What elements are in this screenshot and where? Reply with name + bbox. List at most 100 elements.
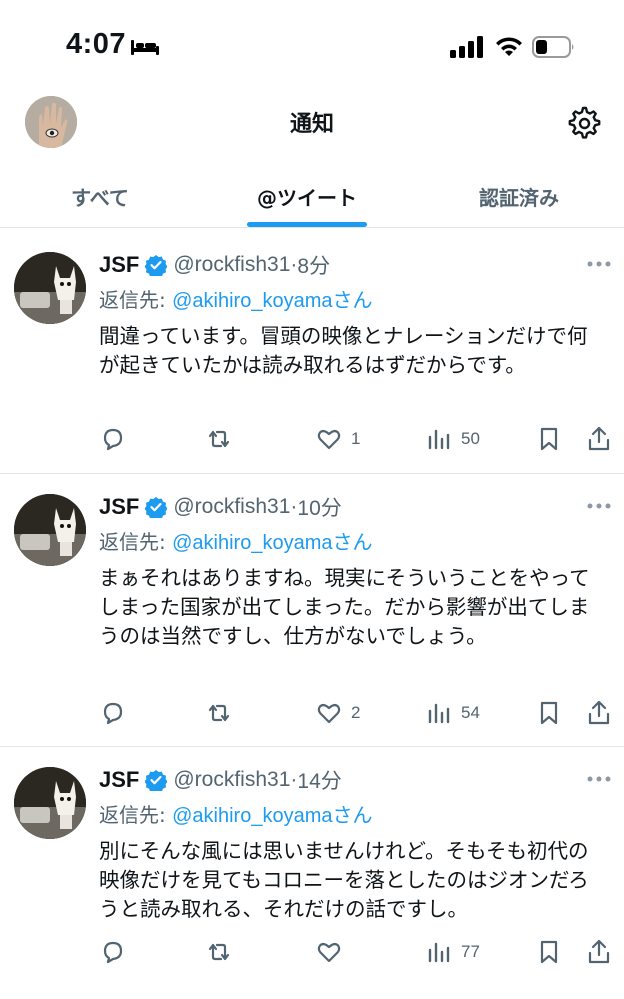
bookmark-icon: [540, 940, 558, 964]
like-count: 1: [351, 429, 361, 448]
replying-to: 返信先: @akihiro_koyamaさん: [99, 526, 372, 555]
view-count: 54: [461, 703, 480, 722]
retweet-button[interactable]: [205, 422, 233, 456]
reply-icon: [103, 702, 123, 725]
tweet-header: JSF @rockfish31 · 8分: [99, 250, 330, 280]
tab-verified[interactable]: 認証済み: [414, 164, 624, 228]
tweet-header: JSF @rockfish31 · 10分: [99, 492, 342, 522]
bookmark-icon: [540, 427, 558, 451]
more-options-icon[interactable]: [586, 502, 612, 510]
bookmark-button[interactable]: [535, 422, 563, 456]
views-chart-icon: [428, 942, 450, 963]
tweet-text: 別にそんな風には思いませんけれど。そもそも初代の映像だけを見てもコロニーを落とし…: [99, 839, 589, 921]
more-options-icon[interactable]: [586, 775, 612, 783]
author-name[interactable]: JSF: [99, 767, 139, 793]
more-options-icon[interactable]: [586, 260, 612, 268]
tweet-avatar[interactable]: [14, 494, 86, 566]
cat-figure-avatar-image: [14, 767, 86, 839]
author-handle[interactable]: @rockfish31: [173, 253, 290, 277]
retweet-icon: [208, 704, 230, 722]
reply-prefix: 返信先:: [99, 530, 173, 554]
views-chart-icon: [428, 429, 450, 450]
wifi-icon: [496, 37, 522, 56]
like-button[interactable]: 1: [315, 422, 360, 456]
reply-button[interactable]: [99, 422, 127, 456]
separator-dot: ·: [290, 495, 298, 518]
bookmark-button[interactable]: [535, 935, 563, 969]
verified-badge-icon: [145, 497, 168, 518]
reply-mention-link[interactable]: @akihiro_koyama: [172, 290, 332, 312]
tweet-time: 8分: [297, 255, 331, 278]
author-name[interactable]: JSF: [99, 494, 139, 520]
heart-icon: [317, 429, 341, 450]
replying-to: 返信先: @akihiro_koyamaさん: [99, 284, 372, 313]
reply-suffix: さん: [332, 803, 373, 827]
tweet-item[interactable]: JSF @rockfish31 · 8分 返信先: @akihiro_koyam…: [0, 232, 624, 474]
separator-dot: ·: [290, 768, 298, 791]
view-count: 50: [461, 429, 480, 448]
heart-icon: [317, 942, 341, 963]
reply-button[interactable]: [99, 935, 127, 969]
tweet-item[interactable]: JSF @rockfish31 · 10分 返信先: @akihiro_koya…: [0, 474, 624, 747]
view-count: 77: [461, 942, 480, 961]
cellular-signal-icon: [450, 36, 483, 58]
reply-button[interactable]: [99, 696, 127, 730]
like-button[interactable]: 2: [315, 696, 360, 730]
tweet-actions: 2 54: [99, 696, 615, 730]
cat-figure-avatar-image: [14, 494, 86, 566]
tweet-item[interactable]: JSF @rockfish31 · 14分 返信先: @akihiro_koya…: [0, 747, 624, 999]
page-title: 通知: [289, 112, 334, 137]
settings-gear-icon[interactable]: [565, 104, 601, 140]
retweet-button[interactable]: [205, 696, 233, 730]
tweet-header: JSF @rockfish31 · 14分: [99, 765, 342, 795]
views-button[interactable]: 77: [425, 935, 480, 969]
tweet-avatar[interactable]: [14, 767, 86, 839]
cat-figure-avatar-image: [14, 252, 86, 324]
reply-prefix: 返信先:: [99, 288, 173, 312]
share-button[interactable]: [585, 696, 613, 730]
reply-suffix: さん: [332, 530, 373, 554]
battery-icon: [532, 36, 574, 58]
tab-all[interactable]: すべて: [0, 164, 200, 228]
retweet-button[interactable]: [205, 935, 233, 969]
reply-suffix: さん: [332, 288, 373, 312]
bookmark-button[interactable]: [535, 696, 563, 730]
like-button[interactable]: [315, 935, 351, 969]
active-tab-indicator: [247, 222, 367, 227]
share-icon: [588, 939, 610, 964]
tweet-text: 間違っています。冒頭の映像とナレーションだけで何が起きていたかは読み取れるはずだ…: [99, 324, 588, 377]
sleep-focus-icon: [131, 40, 159, 55]
like-count: 2: [351, 703, 361, 722]
tab-mentions[interactable]: @ツイート: [200, 164, 414, 228]
tweet-actions: 77: [99, 935, 615, 969]
share-icon: [588, 700, 610, 725]
reply-icon: [103, 941, 123, 964]
views-chart-icon: [428, 703, 450, 724]
heart-icon: [317, 703, 341, 724]
tweet-time: 14分: [297, 770, 342, 793]
replying-to: 返信先: @akihiro_koyamaさん: [99, 799, 372, 828]
bookmark-icon: [540, 701, 558, 725]
verified-badge-icon: [145, 770, 168, 791]
views-button[interactable]: 50: [425, 422, 480, 456]
share-button[interactable]: [585, 422, 613, 456]
author-name[interactable]: JSF: [99, 252, 139, 278]
status-bar: 4:07: [0, 0, 624, 96]
retweet-icon: [208, 943, 230, 961]
share-icon: [588, 426, 610, 451]
author-handle[interactable]: @rockfish31: [173, 768, 290, 792]
reply-mention-link[interactable]: @akihiro_koyama: [172, 805, 332, 827]
separator-dot: ·: [290, 253, 298, 276]
author-handle[interactable]: @rockfish31: [173, 495, 290, 519]
notification-tabs: すべて @ツイート 認証済み: [0, 164, 624, 228]
tweet-actions: 1 50: [99, 422, 615, 456]
reply-mention-link[interactable]: @akihiro_koyama: [172, 532, 332, 554]
reply-prefix: 返信先:: [99, 803, 173, 827]
reply-icon: [103, 428, 123, 451]
verified-badge-icon: [145, 255, 168, 276]
views-button[interactable]: 54: [425, 696, 480, 730]
tweet-text: まぁそれはありますね。現実にそういうことをやってしまった国家が出てしまった。だか…: [99, 566, 590, 648]
tweet-avatar[interactable]: [14, 252, 86, 324]
share-button[interactable]: [585, 935, 613, 969]
status-time: 4:07: [66, 28, 127, 60]
